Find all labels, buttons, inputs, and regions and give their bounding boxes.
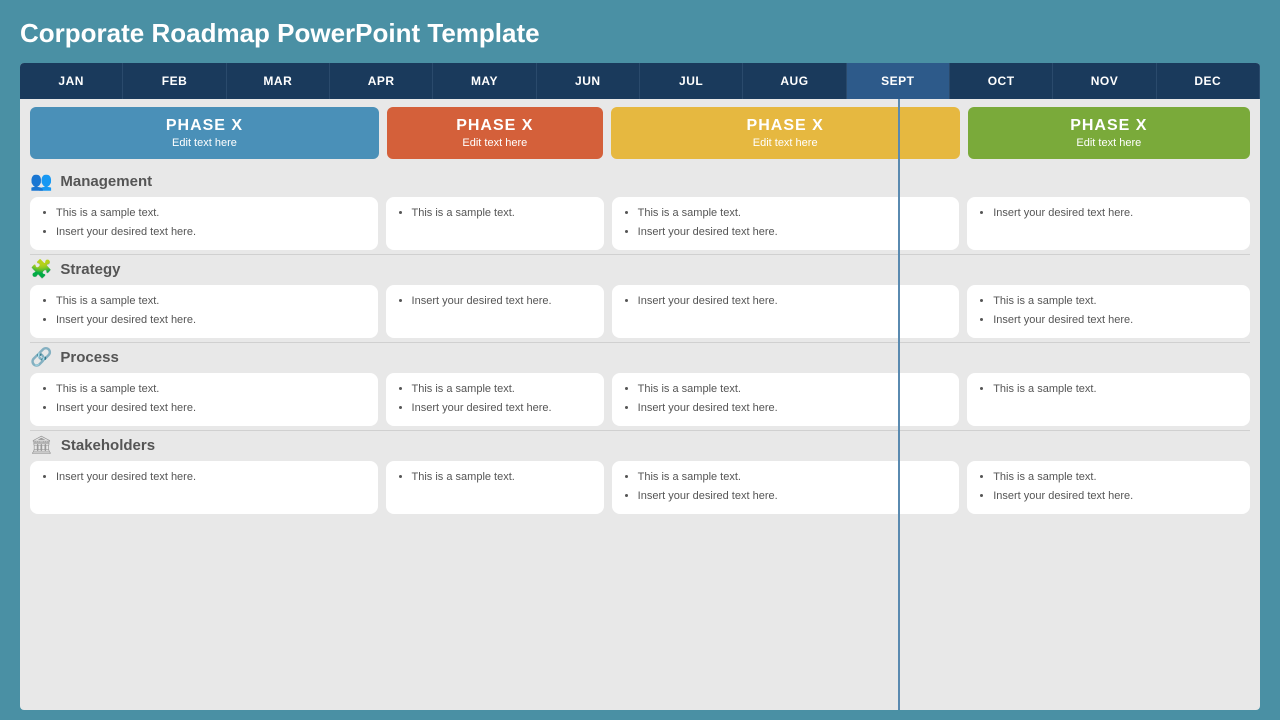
month-cell-jun: JUN xyxy=(537,63,640,99)
month-cell-sept: SEPT xyxy=(847,63,950,99)
management-icon: 👥 xyxy=(30,171,52,192)
month-cell-feb: FEB xyxy=(123,63,226,99)
list-item: This is a sample text. xyxy=(993,469,1238,486)
month-cell-jul: JUL xyxy=(640,63,743,99)
card-management-1[interactable]: This is a sample text. xyxy=(386,197,604,250)
month-cell-aug: AUG xyxy=(743,63,846,99)
list-item: This is a sample text. xyxy=(412,205,592,222)
section-cards-strategy: This is a sample text. Insert your desire… xyxy=(30,285,1250,338)
month-cell-may: MAY xyxy=(433,63,536,99)
stakeholders-title: Stakeholders xyxy=(61,437,155,454)
card-strategy-1[interactable]: Insert your desired text here. xyxy=(386,285,604,338)
phase-3-sub: Edit text here xyxy=(753,137,818,149)
list-item: Insert your desired text here. xyxy=(56,224,366,241)
card-process-0[interactable]: This is a sample text. Insert your desire… xyxy=(30,373,378,426)
list-item: Insert your desired text here. xyxy=(638,293,948,310)
section-cards-stakeholders: Insert your desired text here.This is a … xyxy=(30,461,1250,514)
month-cell-apr: APR xyxy=(330,63,433,99)
month-cell-jan: JAN xyxy=(20,63,123,99)
section-header-strategy: 🧩 Strategy xyxy=(30,259,1250,280)
card-process-2[interactable]: This is a sample text. Insert your desire… xyxy=(612,373,960,426)
phase-1[interactable]: PHASE X Edit text here xyxy=(30,107,379,159)
list-item: This is a sample text. xyxy=(412,469,592,486)
list-item: This is a sample text. xyxy=(638,381,948,398)
sections-container: 👥ManagementThis is a sample text.Insert … xyxy=(20,167,1260,518)
phase-1-title: PHASE X xyxy=(166,117,243,135)
card-management-0[interactable]: This is a sample text. Insert your desire… xyxy=(30,197,378,250)
card-strategy-0[interactable]: This is a sample text. Insert your desire… xyxy=(30,285,378,338)
card-management-2[interactable]: This is a sample text. Insert your desire… xyxy=(612,197,960,250)
card-stakeholders-1[interactable]: This is a sample text. xyxy=(386,461,604,514)
section-process: 🔗 Process This is a sample text. Insert you… xyxy=(20,343,1260,430)
card-management-3[interactable]: Insert your desired text here. xyxy=(967,197,1250,250)
list-item: Insert your desired text here. xyxy=(638,400,948,417)
list-item: This is a sample text. xyxy=(56,205,366,222)
list-item: This is a sample text. xyxy=(993,293,1238,310)
list-item: This is a sample text. xyxy=(638,469,948,486)
card-process-3[interactable]: This is a sample text. xyxy=(967,373,1250,426)
process-title: Process xyxy=(60,349,118,366)
list-item: Insert your desired text here. xyxy=(56,312,366,329)
list-item: Insert your desired text here. xyxy=(638,224,948,241)
month-cell-oct: OCT xyxy=(950,63,1053,99)
card-strategy-3[interactable]: This is a sample text. Insert your desire… xyxy=(967,285,1250,338)
page-title: Corporate Roadmap PowerPoint Template xyxy=(20,18,1260,49)
list-item: This is a sample text. xyxy=(56,381,366,398)
phase-4[interactable]: PHASE X Edit text here xyxy=(968,107,1250,159)
phase-3[interactable]: PHASE X Edit text here xyxy=(611,107,960,159)
stakeholders-icon: 🏛 xyxy=(30,435,53,456)
main-content: Today JANFEBMARAPRMAYJUNJULAUGSEPTOCTNOV… xyxy=(20,63,1260,710)
section-header-management: 👥 Management xyxy=(30,171,1250,192)
month-bar: JANFEBMARAPRMAYJUNJULAUGSEPTOCTNOVDEC xyxy=(20,63,1260,99)
card-strategy-2[interactable]: Insert your desired text here. xyxy=(612,285,960,338)
month-cell-dec: DEC xyxy=(1157,63,1260,99)
process-icon: 🔗 xyxy=(30,347,52,368)
card-stakeholders-0[interactable]: Insert your desired text here. xyxy=(30,461,378,514)
phase-2-title: PHASE X xyxy=(456,117,533,135)
month-cell-mar: MAR xyxy=(227,63,330,99)
strategy-title: Strategy xyxy=(60,261,120,278)
section-header-process: 🔗 Process xyxy=(30,347,1250,368)
list-item: Insert your desired text here. xyxy=(993,312,1238,329)
today-line xyxy=(898,99,900,710)
list-item: This is a sample text. xyxy=(993,381,1238,398)
phase-2[interactable]: PHASE X Edit text here xyxy=(387,107,603,159)
phase-3-title: PHASE X xyxy=(747,117,824,135)
list-item: Insert your desired text here. xyxy=(412,293,592,310)
list-item: This is a sample text. xyxy=(412,381,592,398)
section-cards-process: This is a sample text. Insert your desire… xyxy=(30,373,1250,426)
management-title: Management xyxy=(60,173,152,190)
phase-4-sub: Edit text here xyxy=(1076,137,1141,149)
strategy-icon: 🧩 xyxy=(30,259,52,280)
card-stakeholders-3[interactable]: This is a sample text. Insert your desire… xyxy=(967,461,1250,514)
card-stakeholders-2[interactable]: This is a sample text. Insert your desire… xyxy=(612,461,960,514)
section-cards-management: This is a sample text. Insert your desire… xyxy=(30,197,1250,250)
section-management: 👥 Management This is a sample text. Insert … xyxy=(20,167,1260,254)
phase-1-sub: Edit text here xyxy=(172,137,237,149)
section-header-stakeholders: 🏛 Stakeholders xyxy=(30,435,1250,456)
section-stakeholders: 🏛 Stakeholders Insert your desired text he… xyxy=(20,431,1260,518)
list-item: Insert your desired text here. xyxy=(993,488,1238,505)
card-process-1[interactable]: This is a sample text. Insert your desire… xyxy=(386,373,604,426)
list-item: Insert your desired text here. xyxy=(638,488,948,505)
list-item: This is a sample text. xyxy=(56,293,366,310)
list-item: Insert your desired text here. xyxy=(993,205,1238,222)
phase-4-title: PHASE X xyxy=(1070,117,1147,135)
phase-2-sub: Edit text here xyxy=(462,137,527,149)
month-cell-nov: NOV xyxy=(1053,63,1156,99)
list-item: Insert your desired text here. xyxy=(412,400,592,417)
section-strategy: 🧩 Strategy This is a sample text. Insert yo… xyxy=(20,255,1260,342)
list-item: This is a sample text. xyxy=(638,205,948,222)
list-item: Insert your desired text here. xyxy=(56,469,366,486)
list-item: Insert your desired text here. xyxy=(56,400,366,417)
phase-row: PHASE X Edit text here PHASE X Edit text… xyxy=(20,99,1260,167)
